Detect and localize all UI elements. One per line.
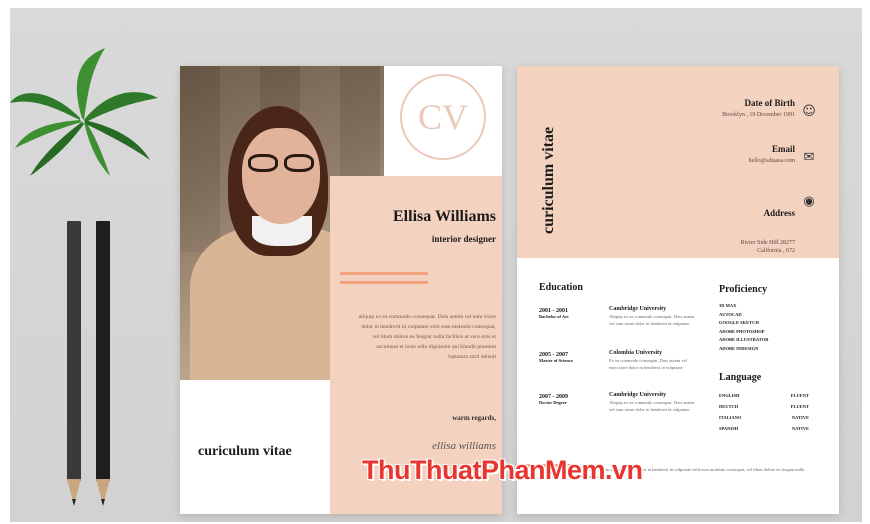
edu-years-1: 2001 - 2001 Bachelor of Art [539, 308, 569, 319]
dob-label: Date of Birth [744, 98, 796, 108]
email-value: hello@sdiassa.com [748, 158, 795, 164]
address-value: Rivier Side Hill 28277 California , 672 [740, 240, 796, 254]
language-title: Language [719, 372, 762, 383]
mockup-background: CV Ellisa Williams interior designer ali… [10, 8, 862, 522]
cv-detail-sheet: curiculum vitae Date of Birth Brooklyn ,… [517, 66, 839, 514]
dob-block: Date of Birth Brooklyn , 19 December 199… [722, 98, 795, 119]
cv-monogram: CV [400, 74, 486, 160]
cv-cover-sheet: CV Ellisa Williams interior designer ali… [180, 66, 502, 514]
location-pin-icon: ◉ [803, 194, 815, 209]
regards-text: warm regards, [452, 414, 496, 422]
edu-school-3: Cambridge University Aliquip ex ea commod… [609, 392, 695, 412]
email-label: Email [771, 144, 795, 154]
edu-years-2: 2005 - 2007 Master of Science [539, 352, 573, 363]
pencil-left [67, 221, 81, 511]
address-block: Address Rivier Side Hill 28277 Californi… [741, 190, 796, 273]
languages-list: ENGLISH FLUENT DEUTCH FLUENT ITALIANO NATIV… [719, 393, 809, 431]
cover-footer-title: curiculum vitae [198, 444, 292, 459]
pencil-right [96, 221, 110, 511]
skills-list: 3D MAX AUTOCAD GOOGLE SKETCH ADOBE PHOTO… [719, 303, 769, 351]
candidate-name: Ellisa Williams [393, 208, 496, 225]
address-label: Address [763, 208, 795, 218]
edu-years-3: 2007 - 2009 Doctor Degree [539, 394, 568, 405]
signature: ellisa williams [432, 440, 496, 452]
email-block: Email hello@sdiassa.com [749, 144, 795, 165]
watermark: ThuThuatPhanMem.vn [362, 455, 643, 485]
dob-value: Brooklyn , 19 December 1991 [722, 112, 795, 118]
proficiency-title: Proficiency [719, 284, 768, 295]
monogram-box: CV [384, 66, 502, 176]
plant-decoration [10, 48, 158, 176]
edu-school-1: Cambridge University Aliquip ex ea commod… [609, 306, 695, 326]
envelope-icon: ✉ [803, 150, 815, 165]
accent-stripes [340, 272, 428, 290]
intro-paragraph: aliquip ex ea commodo consequat. Duis au… [358, 314, 496, 360]
edu-school-2: Colombia University Ex ea commodo consequ… [609, 350, 687, 370]
candidate-role: interior designer [431, 234, 496, 244]
education-title: Education [539, 282, 583, 293]
person-icon: ☺ [802, 104, 816, 119]
